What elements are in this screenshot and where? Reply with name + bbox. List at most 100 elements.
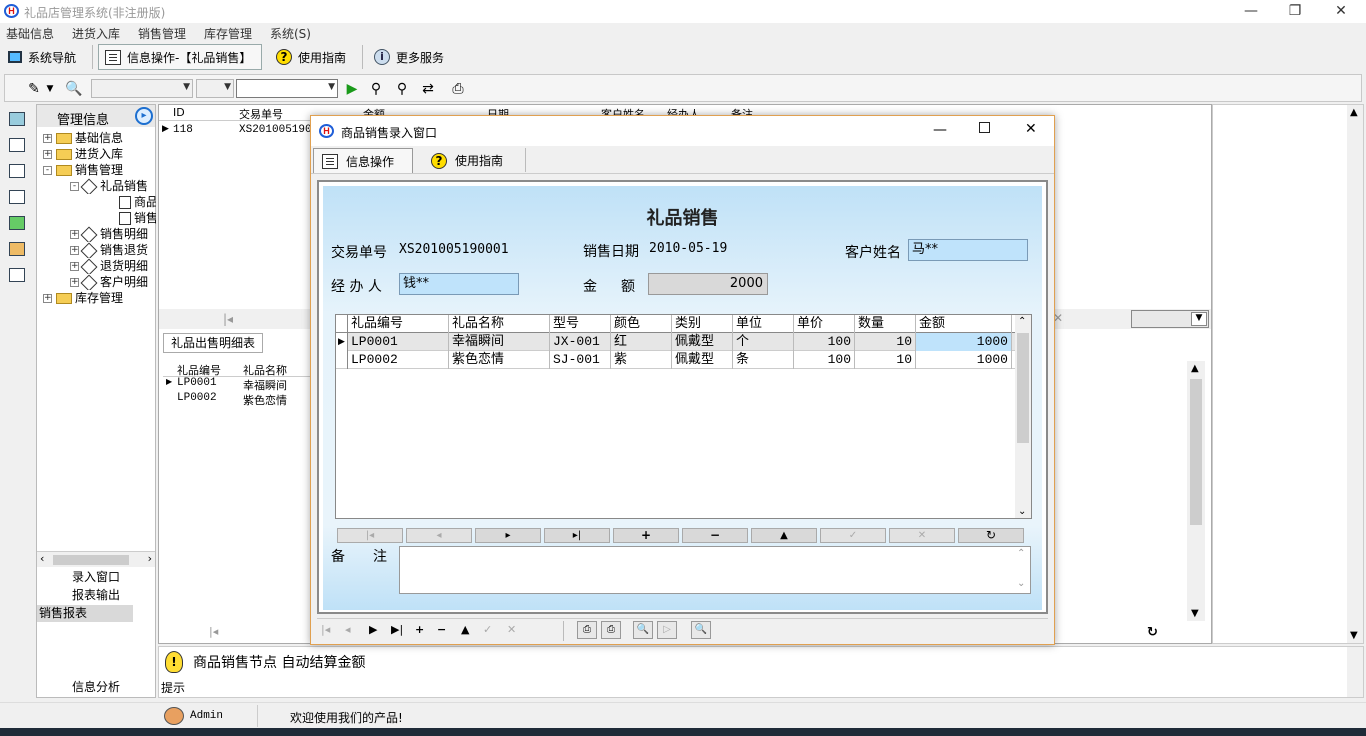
column-header[interactable]: 礼品名称 [449,315,550,333]
nav-help-button[interactable]: ? 使用指南 [270,44,352,70]
dialog-close-button[interactable]: ✕ [1025,121,1037,137]
print-setup-icon[interactable]: ⎙ [601,621,621,639]
table-row[interactable]: ▶ LP0001 幸福瞬间 [163,377,311,392]
cell-name[interactable]: 紫色恋情 [449,351,550,369]
run-icon[interactable]: ▶ [343,80,361,98]
minimize-button[interactable]: — [1228,2,1274,22]
post-record-button[interactable]: ✓ [820,528,886,543]
printer-icon[interactable]: ⎙ [449,80,467,98]
tree-node-sales-detail-doc[interactable]: 销售明细 [119,210,156,226]
menu-sales-report[interactable]: 销售报表 [37,605,133,622]
tab-sales-detail[interactable]: 礼品出售明细表 [163,333,263,353]
prior-record-icon[interactable]: ◂ [345,623,351,636]
edit-icon[interactable]: ▲ [461,623,469,636]
cell-price[interactable]: 100 [794,351,855,369]
last-record-icon[interactable]: ▶| [391,623,403,636]
cell-code[interactable]: LP0002 [348,351,449,369]
handler-input[interactable]: 钱** [399,273,519,295]
cell-code[interactable]: LP0001 [348,333,449,351]
tree-node-customer-detail[interactable]: + 客户明细 [70,274,156,290]
close-button[interactable]: ✕ [1318,2,1364,22]
nav-system-button[interactable]: 系统导航 [2,44,82,70]
users-icon[interactable] [9,242,25,256]
table-row[interactable]: ▶ LP0001 幸福瞬间 JX-001 红 佩戴型 个 100 10 1000 [336,333,1016,351]
tree-node-sales-detail[interactable]: + 销售明细 [70,226,156,242]
cell-qty[interactable]: 10 [855,333,916,351]
nav-info-op-button[interactable]: 信息操作-【礼品销售】 [98,44,262,70]
menu-basic-info[interactable]: 基础信息 [6,25,54,42]
tree-node-return-detail[interactable]: + 退货明细 [70,258,156,274]
column-header[interactable]: 单价 [794,315,855,333]
menu-report-output[interactable]: 报表输出 [37,587,155,604]
expander-icon[interactable]: + [43,150,52,159]
dialog-maximize-button[interactable] [979,122,990,133]
column-header[interactable]: 金额 [916,315,1012,333]
column-header[interactable]: 数量 [855,315,916,333]
document-icon[interactable] [9,190,25,204]
edit-record-button[interactable]: ▲ [751,528,817,543]
chevron-up-icon[interactable]: ▲ [1350,107,1358,118]
expand-circle-icon[interactable]: ▸ [135,107,153,125]
first-record-button[interactable]: |◂ [337,528,403,543]
filter-value-combo[interactable]: ▼ [236,79,338,98]
column-header[interactable]: 礼品编号 [348,315,449,333]
menu-purchase[interactable]: 进货入库 [72,25,120,42]
chevron-down-icon[interactable]: ▼ [1191,608,1199,619]
scroll-thumb[interactable] [1190,379,1202,525]
chevron-down-icon[interactable]: ⌄ [1017,578,1025,589]
expander-icon[interactable]: - [43,166,52,175]
expander-icon[interactable]: + [70,230,79,239]
preview-icon[interactable]: 🔍 [633,621,653,639]
redo-icon[interactable]: ↻ [1147,625,1158,640]
print-icon[interactable]: ⎙ [577,621,597,639]
list-icon[interactable] [9,164,25,178]
first-record-icon[interactable]: |◂ [209,625,218,638]
cell-unit[interactable]: 个 [733,333,794,351]
tree-node-sales[interactable]: - 销售管理 [43,162,123,178]
menu-system[interactable]: 系统(S) [270,25,311,42]
chevron-up-icon[interactable]: ⌃ [1018,316,1026,327]
report-icon[interactable] [9,268,25,282]
restore-button[interactable]: ❐ [1272,2,1318,22]
filter-op-combo[interactable]: ▼ [196,79,234,98]
preview-icon[interactable]: 🔍 [65,80,83,98]
chevron-down-icon[interactable]: ▼ [41,80,59,98]
hint-scrollbar[interactable] [1347,647,1363,697]
insert-record-button[interactable]: + [613,528,679,543]
column-header[interactable]: 类别 [672,315,733,333]
main-vertical-scrollbar[interactable]: ▲ ▼ [1347,105,1363,643]
refresh-record-button[interactable]: ↻ [958,528,1024,543]
expander-icon[interactable]: + [70,246,79,255]
table-row[interactable]: LP0002 紫色恋情 SJ-001 紫 佩戴型 条 100 10 1000 [336,351,1016,369]
tab-info-operation[interactable]: 信息操作 [313,148,413,173]
cell-category[interactable]: 佩戴型 [672,333,733,351]
column-header[interactable]: 型号 [550,315,611,333]
column-header[interactable]: 礼品编号 [177,362,221,378]
items-vertical-scrollbar[interactable]: ⌃ ⌄ [1015,315,1031,518]
remark-textarea[interactable] [399,546,1031,594]
tab-user-guide[interactable]: ? 使用指南 [423,148,511,173]
tree-node-basic-info[interactable]: + 基础信息 [43,130,123,146]
column-header[interactable]: 交易单号 [239,106,283,122]
cell-unit[interactable]: 条 [733,351,794,369]
find-all-icon[interactable]: ⚲ [393,80,411,98]
filter-field-combo[interactable]: ▼ [91,79,193,98]
expander-icon[interactable]: + [43,294,52,303]
last-record-button[interactable]: ▸| [544,528,610,543]
column-header[interactable]: 颜色 [611,315,672,333]
nav-more-button[interactable]: i 更多服务 [368,44,450,70]
tree-node-sales-return[interactable]: + 销售退货 [70,242,156,258]
chevron-up-icon[interactable]: ▲ [1191,363,1199,374]
menu-inventory[interactable]: 库存管理 [204,25,252,42]
find-icon[interactable]: ⚲ [367,80,385,98]
info-analysis-label[interactable]: 信息分析 [37,679,155,696]
first-record-icon[interactable]: |◂ [321,623,330,636]
expander-icon[interactable]: + [70,262,79,271]
tree-icon[interactable] [9,138,25,152]
delete-record-button[interactable]: − [682,528,748,543]
column-header[interactable]: 礼品名称 [243,362,287,378]
next-record-icon[interactable]: ▶ [369,623,377,636]
scroll-thumb[interactable] [1017,333,1029,443]
tree-horizontal-scrollbar[interactable]: ‹ › [37,551,155,567]
cell-name[interactable]: 幸福瞬间 [449,333,550,351]
